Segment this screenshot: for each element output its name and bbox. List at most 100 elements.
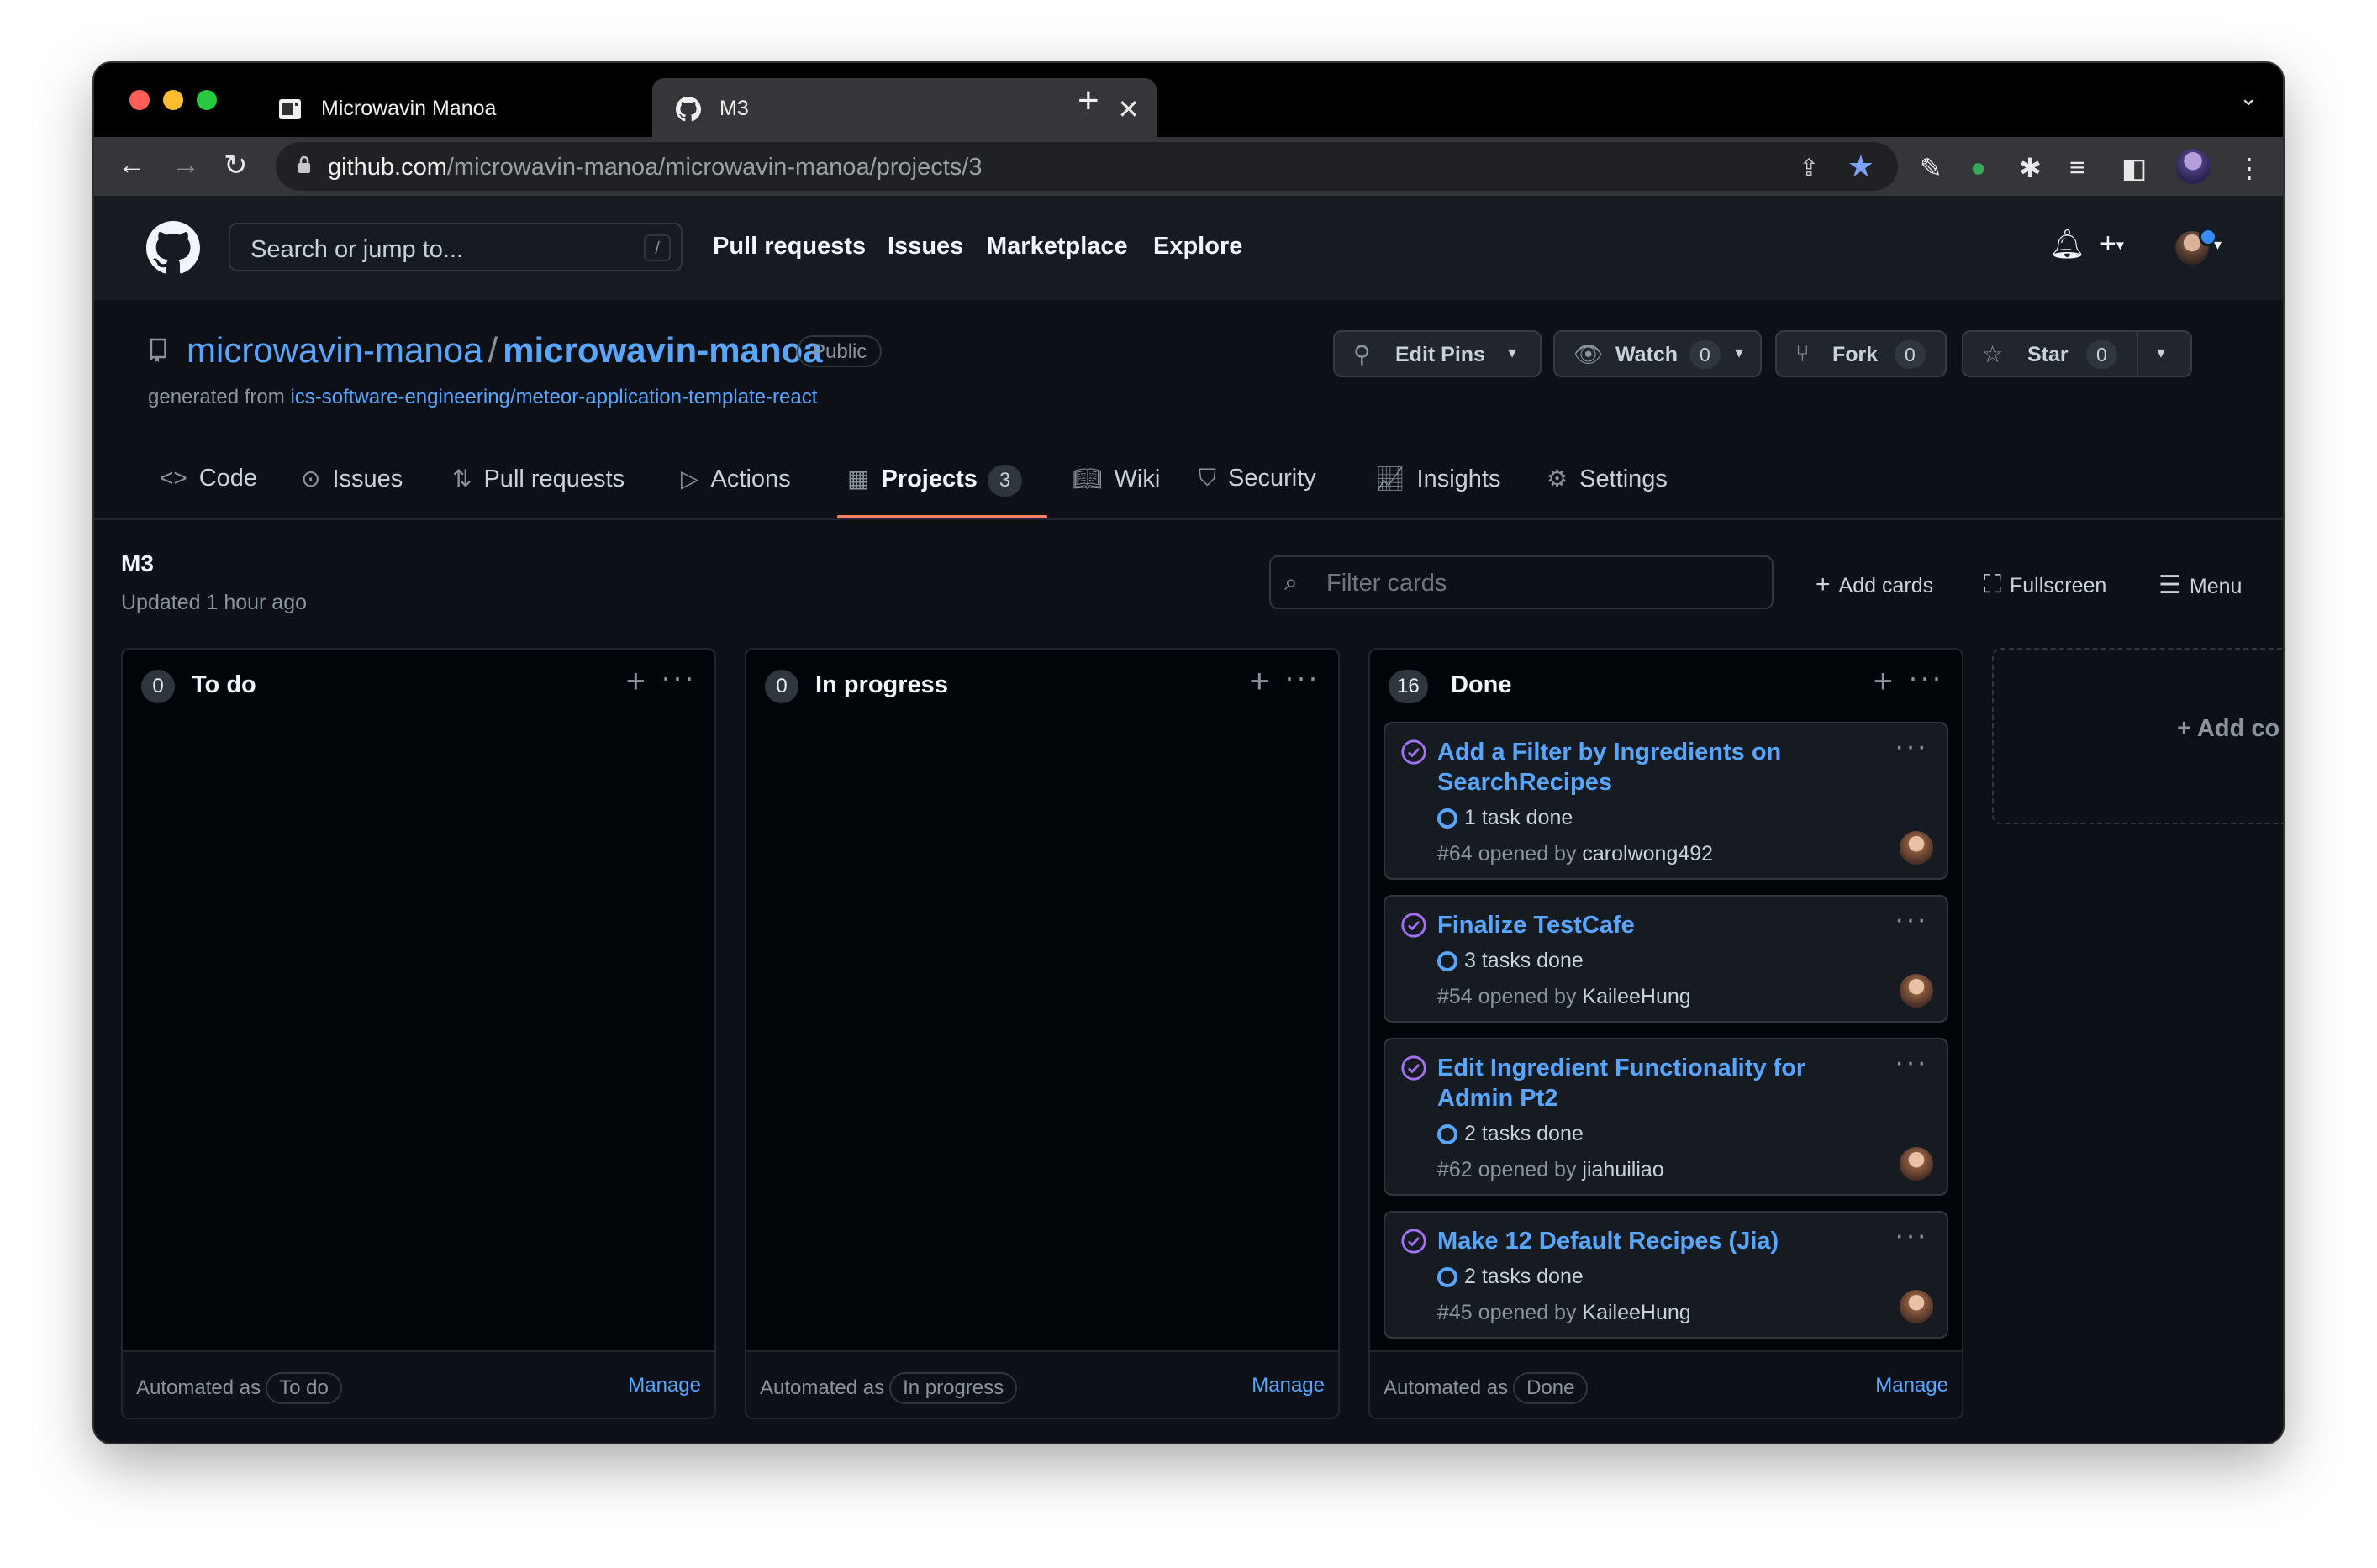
maximize-window-button[interactable] xyxy=(197,90,217,110)
repo-name-link[interactable]: microwavin-manoa xyxy=(503,330,822,370)
card-more-icon[interactable]: ··· xyxy=(1895,1219,1928,1252)
add-cards-button[interactable]: + Add cards xyxy=(1816,571,1933,599)
column-header: 16 Done + ··· xyxy=(1370,650,1962,717)
nav-issues[interactable]: Issues xyxy=(888,233,963,260)
project-menu-button[interactable]: ☰ Menu xyxy=(2158,571,2242,600)
global-search-input[interactable]: Search or jump to... / xyxy=(229,223,683,271)
edit-pins-button[interactable]: ⚲ Edit Pins ▾ xyxy=(1333,330,1542,377)
play-icon: ▷ xyxy=(681,466,699,492)
manage-automation-link[interactable]: Manage xyxy=(1252,1374,1325,1397)
issue-card[interactable]: Make 12 Default Recipes (Jia) ··· 2 task… xyxy=(1384,1211,1948,1339)
tab-wiki-label: Wiki xyxy=(1114,466,1161,492)
task-count: 3 tasks done xyxy=(1464,949,1584,972)
card-more-icon[interactable]: ··· xyxy=(1895,730,1928,763)
author-avatar[interactable] xyxy=(1900,1290,1933,1323)
fullscreen-button[interactable]: ⛶ Fullscreen xyxy=(1984,571,2106,599)
lock-icon xyxy=(298,155,310,173)
user-menu-caret-icon[interactable]: ▾ xyxy=(2214,236,2222,254)
side-panel-icon[interactable]: ◧ xyxy=(2121,152,2147,184)
tab-insights[interactable]: 📈︎ Insights xyxy=(1375,465,1501,493)
author-avatar[interactable] xyxy=(1900,831,1933,865)
github-favicon-icon xyxy=(676,97,701,122)
tab-issues[interactable]: ⊙ Issues xyxy=(301,465,403,493)
fork-count: 0 xyxy=(1895,340,1926,369)
create-new-plus-icon[interactable]: +▾ xyxy=(2100,228,2124,260)
star-lists-dropdown[interactable]: ▾ xyxy=(2137,330,2192,377)
filter-cards-input[interactable] xyxy=(1325,566,1765,601)
card-author[interactable]: jiahuiliao xyxy=(1582,1158,1663,1181)
gear-icon: ⚙ xyxy=(1547,466,1568,492)
template-repo-link[interactable]: ics-software-engineering/meteor-applicat… xyxy=(290,386,817,408)
column-more-icon[interactable]: ··· xyxy=(1284,660,1320,695)
manage-automation-link[interactable]: Manage xyxy=(1875,1374,1948,1397)
close-tab-icon[interactable]: ✕ xyxy=(1117,93,1140,125)
add-card-plus-icon[interactable]: + xyxy=(1250,663,1269,701)
add-column-button[interactable]: + Add co xyxy=(1992,648,2283,824)
github-logo-icon[interactable] xyxy=(146,221,200,275)
issue-card[interactable]: Finalize TestCafe ··· 3 tasks done #54 o… xyxy=(1384,895,1948,1023)
notifications-bell-icon[interactable]: 🔔︎ xyxy=(2049,228,2085,261)
star-button[interactable]: ☆ Star 0 xyxy=(1962,330,2138,377)
new-tab-button[interactable]: + xyxy=(1078,80,1099,122)
shield-icon: ⛉ xyxy=(1199,465,1217,491)
nav-explore[interactable]: Explore xyxy=(1153,233,1242,260)
column-more-icon[interactable]: ··· xyxy=(661,660,696,695)
browser-profile-icon[interactable] xyxy=(2175,149,2211,191)
browser-menu-icon[interactable]: ⋮ xyxy=(2236,152,2263,184)
repo-owner-link[interactable]: microwavin-manoa xyxy=(187,330,482,370)
media-queue-icon[interactable]: ≡ xyxy=(2069,152,2085,183)
tab-search-chevron-icon[interactable]: ⌄ xyxy=(2239,85,2258,111)
share-icon[interactable]: ⇪ xyxy=(1800,154,1819,182)
extensions-puzzle-icon[interactable]: ✱ xyxy=(2019,152,2042,184)
card-title[interactable]: Make 12 Default Recipes (Jia) xyxy=(1437,1226,1930,1256)
forward-arrow-icon[interactable]: → xyxy=(171,149,200,182)
watch-button[interactable]: 👁︎ Watch 0 ▾ xyxy=(1553,330,1762,377)
reload-icon[interactable]: ↻ xyxy=(224,149,248,182)
tab-code[interactable]: <> Code xyxy=(160,465,257,492)
tab-actions[interactable]: ▷ Actions xyxy=(681,465,791,493)
issue-card[interactable]: Edit Ingredient Functionality for Admin … xyxy=(1384,1038,1948,1196)
tab-security-label: Security xyxy=(1228,465,1316,492)
column-more-icon[interactable]: ··· xyxy=(1908,660,1943,695)
nav-marketplace[interactable]: Marketplace xyxy=(987,233,1128,260)
issue-card[interactable]: Add a Filter by Ingredients on SearchRec… xyxy=(1384,722,1948,880)
fork-button[interactable]: ⑂ Fork 0 xyxy=(1775,330,1947,377)
grammarly-extension-icon[interactable]: ● xyxy=(1970,152,1986,183)
card-author[interactable]: KaileeHung xyxy=(1582,985,1690,1008)
filter-cards-field[interactable]: ⌕ xyxy=(1269,555,1774,609)
close-window-button[interactable] xyxy=(129,90,150,110)
add-card-plus-icon[interactable]: + xyxy=(626,663,646,701)
add-card-plus-icon[interactable]: + xyxy=(1874,663,1893,701)
task-count: 1 task done xyxy=(1464,806,1573,829)
tab-issues-label: Issues xyxy=(332,466,403,492)
card-more-icon[interactable]: ··· xyxy=(1895,903,1928,936)
repo-separator: / xyxy=(488,330,498,370)
graph-icon: 📈︎ xyxy=(1375,466,1405,492)
card-author[interactable]: carolwong492 xyxy=(1582,842,1713,866)
card-title[interactable]: Add a Filter by Ingredients on SearchRec… xyxy=(1437,737,1930,797)
column-card-count: 0 xyxy=(765,670,798,703)
address-bar[interactable]: github.com/microwavin-manoa/microwavin-m… xyxy=(276,142,1898,191)
add-column-label: + Add co xyxy=(2177,715,2280,742)
minimize-window-button[interactable] xyxy=(163,90,183,110)
issue-number: #54 xyxy=(1437,985,1473,1008)
manage-automation-link[interactable]: Manage xyxy=(628,1374,701,1397)
pen-extension-icon[interactable]: ✎ xyxy=(1920,152,1942,184)
tab-settings[interactable]: ⚙ Settings xyxy=(1547,465,1668,493)
tab-pull-requests[interactable]: ⇅ Pull requests xyxy=(452,465,625,493)
back-arrow-icon[interactable]: ← xyxy=(118,149,146,182)
author-avatar[interactable] xyxy=(1900,974,1933,1008)
nav-pull-requests[interactable]: Pull requests xyxy=(713,233,866,260)
generated-from-prefix: generated from xyxy=(148,386,285,408)
fullscreen-icon: ⛶ xyxy=(1984,571,2001,598)
tab-projects[interactable]: ▦ Projects 3 xyxy=(847,465,1023,497)
card-title[interactable]: Finalize TestCafe xyxy=(1437,910,1930,940)
tab-wiki[interactable]: 📖︎ Wiki xyxy=(1073,465,1160,493)
card-author[interactable]: KaileeHung xyxy=(1582,1301,1690,1324)
tab-security[interactable]: ⛉ Security xyxy=(1199,465,1316,492)
card-more-icon[interactable]: ··· xyxy=(1895,1046,1928,1079)
bookmark-star-icon[interactable]: ★ xyxy=(1847,149,1874,184)
card-title[interactable]: Edit Ingredient Functionality for Admin … xyxy=(1437,1053,1930,1113)
author-avatar[interactable] xyxy=(1900,1147,1933,1181)
visibility-badge: Public xyxy=(797,335,883,367)
